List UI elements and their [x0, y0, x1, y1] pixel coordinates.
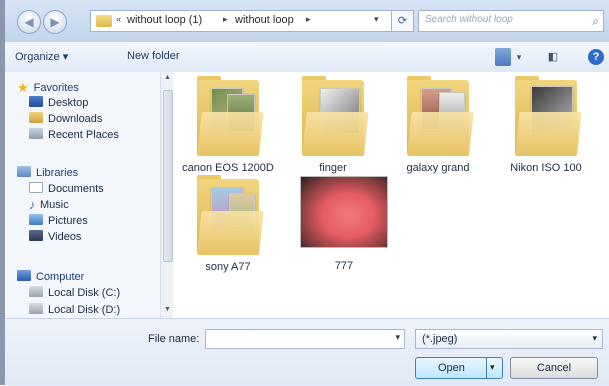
- file-type-value: (*.jpeg): [422, 333, 458, 345]
- search-placeholder: Search without loop: [425, 14, 513, 25]
- help-icon[interactable]: ?: [588, 49, 604, 65]
- nav-favorites[interactable]: ★ Favorites: [17, 80, 79, 95]
- drive-icon: [29, 303, 43, 314]
- nav-item-local-disk-c[interactable]: Local Disk (C:): [29, 286, 120, 299]
- address-zone: ◀ ▶ « without loop (1) ▸ without loop ▸ …: [5, 0, 609, 42]
- item-name: canon EOS 1200D: [182, 162, 274, 174]
- image-item[interactable]: 777: [289, 176, 399, 272]
- open-options-icon[interactable]: ▾: [490, 362, 495, 373]
- navigation-pane: ★ Favorites Desktop Downloads Recent Plac…: [5, 72, 173, 318]
- recent-places-icon: [29, 128, 43, 139]
- file-name-input[interactable]: ▾: [205, 329, 405, 349]
- item-name: Nikon ISO 100: [510, 162, 582, 174]
- downloads-icon: [29, 112, 43, 123]
- file-name-label: File name:: [148, 333, 200, 345]
- view-options-icon[interactable]: [495, 48, 511, 66]
- address-bar[interactable]: « without loop (1) ▸ without loop ▸ ▾: [90, 10, 392, 32]
- folder-item[interactable]: sony A77: [173, 175, 283, 273]
- folder-item[interactable]: Nikon ISO 100: [491, 76, 601, 174]
- desktop-icon: [29, 96, 43, 107]
- file-type-select[interactable]: (*.jpeg) ▾: [415, 329, 603, 349]
- file-list: canon EOS 1200D finger galaxy grand Niko…: [173, 72, 609, 318]
- computer-icon: [17, 270, 31, 281]
- nav-item-desktop[interactable]: Desktop: [29, 96, 88, 109]
- libraries-icon: [17, 166, 31, 177]
- dialog-footer: File name: ▾ (*.jpeg) ▾ Open ▾ Cancel: [5, 318, 609, 386]
- folder-item[interactable]: galaxy grand: [383, 76, 493, 174]
- refresh-button[interactable]: ⟳: [392, 10, 414, 32]
- folder-icon: [197, 76, 264, 156]
- drive-icon: [29, 286, 43, 297]
- new-folder-button[interactable]: New folder: [127, 50, 180, 62]
- music-icon: ♪: [29, 198, 35, 212]
- item-name: galaxy grand: [406, 162, 470, 174]
- nav-item-videos[interactable]: Videos: [29, 230, 81, 243]
- breadcrumb-separator-icon[interactable]: ▸: [306, 14, 311, 25]
- scrollbar-thumb[interactable]: [163, 90, 173, 262]
- back-button[interactable]: ◀: [17, 10, 41, 34]
- chevron-down-icon: ▾: [592, 333, 597, 343]
- folder-icon: [407, 76, 474, 156]
- folder-item[interactable]: canon EOS 1200D: [173, 76, 283, 174]
- nav-item-music[interactable]: ♪ Music: [29, 198, 69, 212]
- breadcrumb-separator-icon[interactable]: ▸: [223, 14, 228, 25]
- open-button-label: Open: [438, 362, 465, 374]
- pictures-icon: [29, 214, 43, 225]
- nav-computer[interactable]: Computer: [17, 270, 84, 283]
- scroll-down-icon[interactable]: ▼: [164, 306, 171, 313]
- folder-icon: [197, 175, 264, 255]
- star-icon: ★: [17, 80, 29, 95]
- address-dropdown-icon[interactable]: ▾: [374, 14, 379, 25]
- nav-item-local-disk-d[interactable]: Local Disk (D:): [29, 303, 120, 316]
- toolbar: Organize ▾ New folder ▾ ◧ ?: [5, 42, 609, 73]
- chevron-down-icon[interactable]: ▾: [395, 332, 400, 343]
- search-icon[interactable]: ⌕: [592, 14, 599, 29]
- open-button[interactable]: Open ▾: [415, 357, 503, 379]
- item-name: sony A77: [205, 261, 251, 273]
- nav-item-recent-places[interactable]: Recent Places: [29, 128, 119, 141]
- preview-pane-icon[interactable]: ◧: [545, 48, 561, 66]
- nav-item-downloads[interactable]: Downloads: [29, 112, 102, 125]
- breadcrumb-item[interactable]: without loop (1): [127, 14, 202, 26]
- nav-item-pictures[interactable]: Pictures: [29, 214, 88, 227]
- item-name: finger: [319, 162, 347, 174]
- nav-item-documents[interactable]: Documents: [29, 182, 104, 195]
- nav-scrollbar[interactable]: ▲ ▼: [160, 72, 173, 318]
- image-thumbnail: [300, 176, 388, 248]
- organize-button[interactable]: Organize ▾: [15, 50, 68, 63]
- folder-icon: [515, 76, 582, 156]
- folder-icon: [96, 15, 112, 27]
- search-box[interactable]: Search without loop ⌕: [418, 10, 604, 32]
- cancel-button[interactable]: Cancel: [510, 357, 598, 379]
- breadcrumb-item[interactable]: without loop: [235, 14, 294, 26]
- item-name: 777: [334, 260, 354, 272]
- forward-button[interactable]: ▶: [43, 10, 67, 34]
- file-open-dialog: ◀ ▶ « without loop (1) ▸ without loop ▸ …: [0, 0, 609, 386]
- folder-icon: [302, 76, 369, 156]
- view-dropdown-icon[interactable]: ▾: [513, 48, 525, 66]
- breadcrumb-overflow-icon[interactable]: «: [116, 14, 121, 24]
- documents-icon: [29, 182, 43, 193]
- nav-libraries[interactable]: Libraries: [17, 166, 78, 179]
- videos-icon: [29, 230, 43, 241]
- scroll-up-icon[interactable]: ▲: [164, 74, 171, 81]
- folder-item[interactable]: finger: [278, 76, 388, 174]
